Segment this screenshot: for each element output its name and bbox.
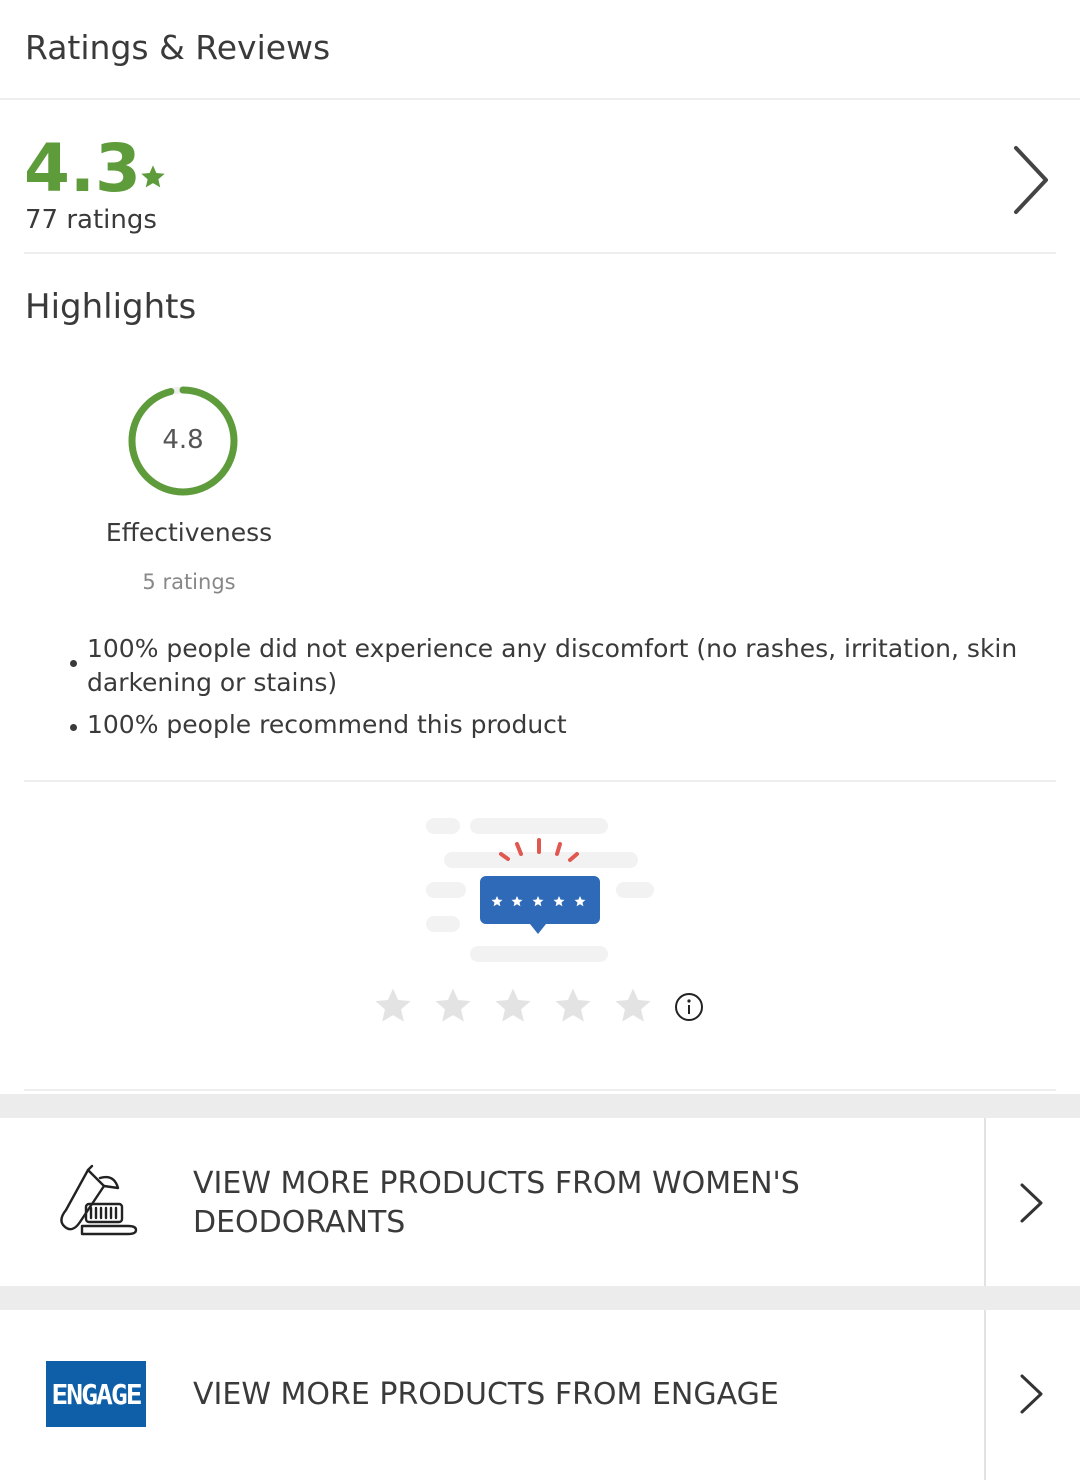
row-separator xyxy=(984,1118,986,1286)
divider xyxy=(24,780,1056,782)
bullet-text: 100% people recommend this product xyxy=(87,710,567,739)
chevron-right-icon[interactable] xyxy=(1016,1182,1046,1224)
bullet-dot xyxy=(70,660,77,667)
chevron-right-icon[interactable] xyxy=(1010,144,1052,216)
overall-rating: 4.3 xyxy=(24,130,141,207)
chevron-right-icon[interactable] xyxy=(1016,1373,1046,1415)
rate-star-1[interactable] xyxy=(372,985,414,1027)
rating-star-icon xyxy=(141,165,165,188)
bullet-dot xyxy=(70,724,77,731)
section-header: Ratings & Reviews xyxy=(0,0,1080,100)
rate-star-5[interactable] xyxy=(612,985,654,1027)
list-item: 100% people recommend this product xyxy=(68,708,1028,742)
rate-star-4[interactable] xyxy=(552,985,594,1027)
gauge-value: 4.8 xyxy=(162,425,204,455)
row-separator xyxy=(984,1310,986,1480)
info-icon[interactable] xyxy=(674,992,704,1022)
page-title: Ratings & Reviews xyxy=(25,28,331,67)
row-label: VIEW MORE PRODUCTS FROM ENGAGE xyxy=(193,1377,779,1412)
section-gap xyxy=(0,1286,1080,1310)
highlight-bullets: 100% people did not experience any disco… xyxy=(68,632,1028,742)
row-label: VIEW MORE PRODUCTS FROM WOMEN'S DEODORAN… xyxy=(193,1166,800,1240)
rate-star-2[interactable] xyxy=(432,985,474,1027)
gauge-ratings-count: 5 ratings xyxy=(142,570,236,594)
divider xyxy=(24,1089,1056,1091)
gauge-label: Effectiveness xyxy=(105,518,273,547)
view-category-row[interactable]: VIEW MORE PRODUCTS FROM WOMEN'S DEODORAN… xyxy=(0,1118,1080,1286)
ratings-count: 77 ratings xyxy=(25,205,157,235)
list-item: 100% people did not experience any disco… xyxy=(68,632,1028,700)
engage-logo-text: ENGAGE xyxy=(46,1361,146,1427)
rate-star-3[interactable] xyxy=(492,985,534,1027)
rate-product-illustration xyxy=(426,818,654,962)
view-brand-row[interactable]: ENGAGE VIEW MORE PRODUCTS FROM ENGAGE xyxy=(0,1310,1080,1480)
highlights-title: Highlights xyxy=(25,287,197,327)
section-gap xyxy=(0,1094,1080,1118)
engage-logo: ENGAGE xyxy=(46,1361,146,1427)
rate-stars xyxy=(372,985,712,1031)
toothbrush-icon xyxy=(60,1164,138,1236)
bullet-text: 100% people did not experience any disco… xyxy=(87,634,1018,697)
divider xyxy=(24,252,1056,254)
